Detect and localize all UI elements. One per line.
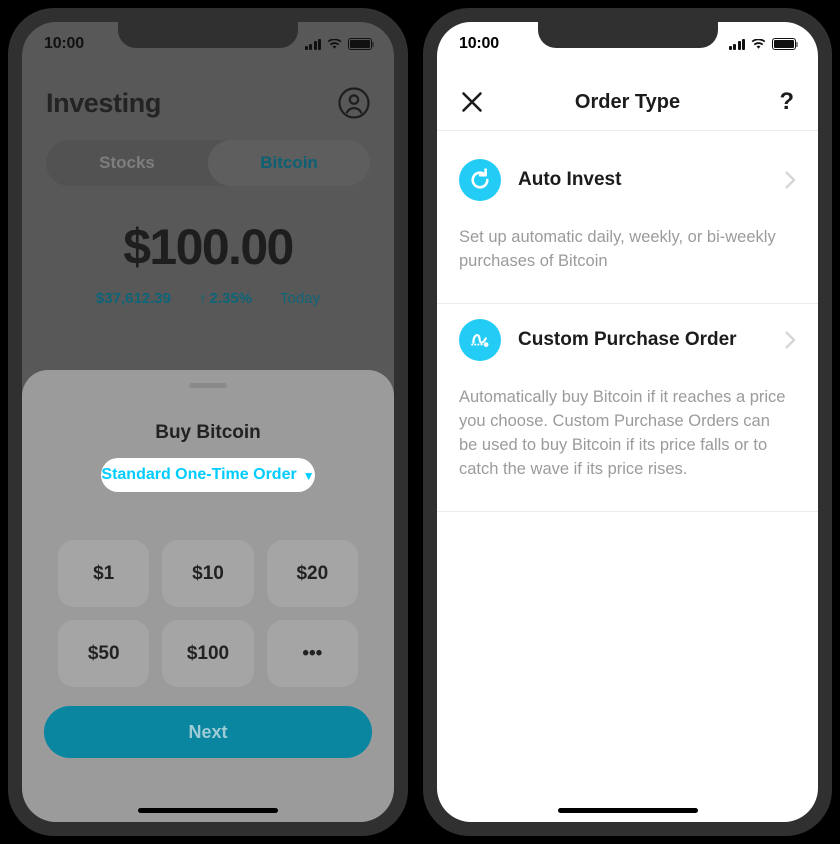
change-period: Today [280,290,321,307]
option-description-auto-invest: Set up automatic daily, weekly, or bi-we… [459,228,776,270]
page-title: Investing [46,87,161,118]
account-circle-icon[interactable] [338,87,370,119]
option-label-auto-invest: Auto Invest [518,169,622,190]
order-type-label: Standard One-Time Order [101,466,297,483]
help-button[interactable]: ? [779,90,794,114]
amount-button-10[interactable]: $10 [162,540,254,607]
wifi-icon [327,38,342,49]
status-bar-right: 10:00 [437,22,818,66]
home-indicator-right [557,808,698,813]
change-percent: 2.35% [209,290,253,307]
nav-divider [437,130,818,131]
option-label-custom-purchase-order: Custom Purchase Order [518,329,737,350]
buy-bitcoin-sheet: Buy Bitcoin Standard One-Time Order ▼ $1… [22,370,394,822]
chevron-right-icon [785,171,796,189]
wifi-icon [751,38,766,49]
change-group: ↑ 2.35% [199,290,252,307]
option-divider [437,303,818,304]
investing-header: Investing [22,80,394,126]
battery-icon [348,38,375,50]
tab-stocks[interactable]: Stocks [46,140,208,186]
sheet-grabber[interactable] [189,383,227,388]
right-screen: 10:00 Order Type ? Auto Invest Set up au… [437,22,818,822]
option-row-auto-invest[interactable]: Auto Invest [437,156,818,204]
signal-bars-icon [304,38,321,50]
signal-bars-icon [728,38,745,50]
custom-purchase-order-trend-icon [459,319,501,361]
amount-button-100[interactable]: $100 [162,620,254,687]
left-screen: 10:00 Investing Stocks Bitcoin $100.00 $… [22,22,394,822]
status-icons [728,38,799,50]
status-bar-left: 10:00 [22,22,394,66]
bitcoin-price: $37,612.39 [95,290,171,307]
amount-button-20[interactable]: $20 [266,540,358,607]
balance-subline: $37,612.39 ↑ 2.35% Today [22,290,394,307]
option-description-custom-purchase-order: Automatically buy Bitcoin if it reaches … [459,388,786,478]
status-time: 10:00 [459,35,499,52]
amount-button-more[interactable]: ••• [266,620,358,687]
nav-title: Order Type [574,90,681,113]
order-type-selector[interactable]: Standard One-Time Order ▼ [101,458,315,492]
auto-invest-refresh-icon [459,159,501,201]
chevron-down-icon: ▼ [302,469,315,483]
status-icons [304,38,375,50]
nav-bar: Order Type ? [437,74,818,130]
home-indicator-left [138,808,278,813]
amount-button-1[interactable]: $1 [58,540,150,607]
amount-button-50[interactable]: $50 [58,620,150,687]
next-button[interactable]: Next [44,706,372,758]
chevron-right-icon [785,331,796,349]
battery-icon [772,38,799,50]
phone-right: 10:00 Order Type ? Auto Invest Set up au… [423,8,832,836]
option-divider [437,511,818,512]
phone-left: 10:00 Investing Stocks Bitcoin $100.00 $… [8,8,408,836]
close-icon[interactable] [461,91,483,113]
sheet-title: Buy Bitcoin [155,422,261,443]
option-row-custom-purchase-order[interactable]: Custom Purchase Order [437,316,818,364]
arrow-up-icon: ↑ [199,290,207,307]
amount-grid: $1 $10 $20 $50 $100 ••• [58,540,358,687]
status-time: 10:00 [44,35,84,52]
tab-bitcoin[interactable]: Bitcoin [208,140,370,186]
asset-segmented-control: Stocks Bitcoin [46,140,370,186]
balance-amount: $100.00 [123,219,294,275]
